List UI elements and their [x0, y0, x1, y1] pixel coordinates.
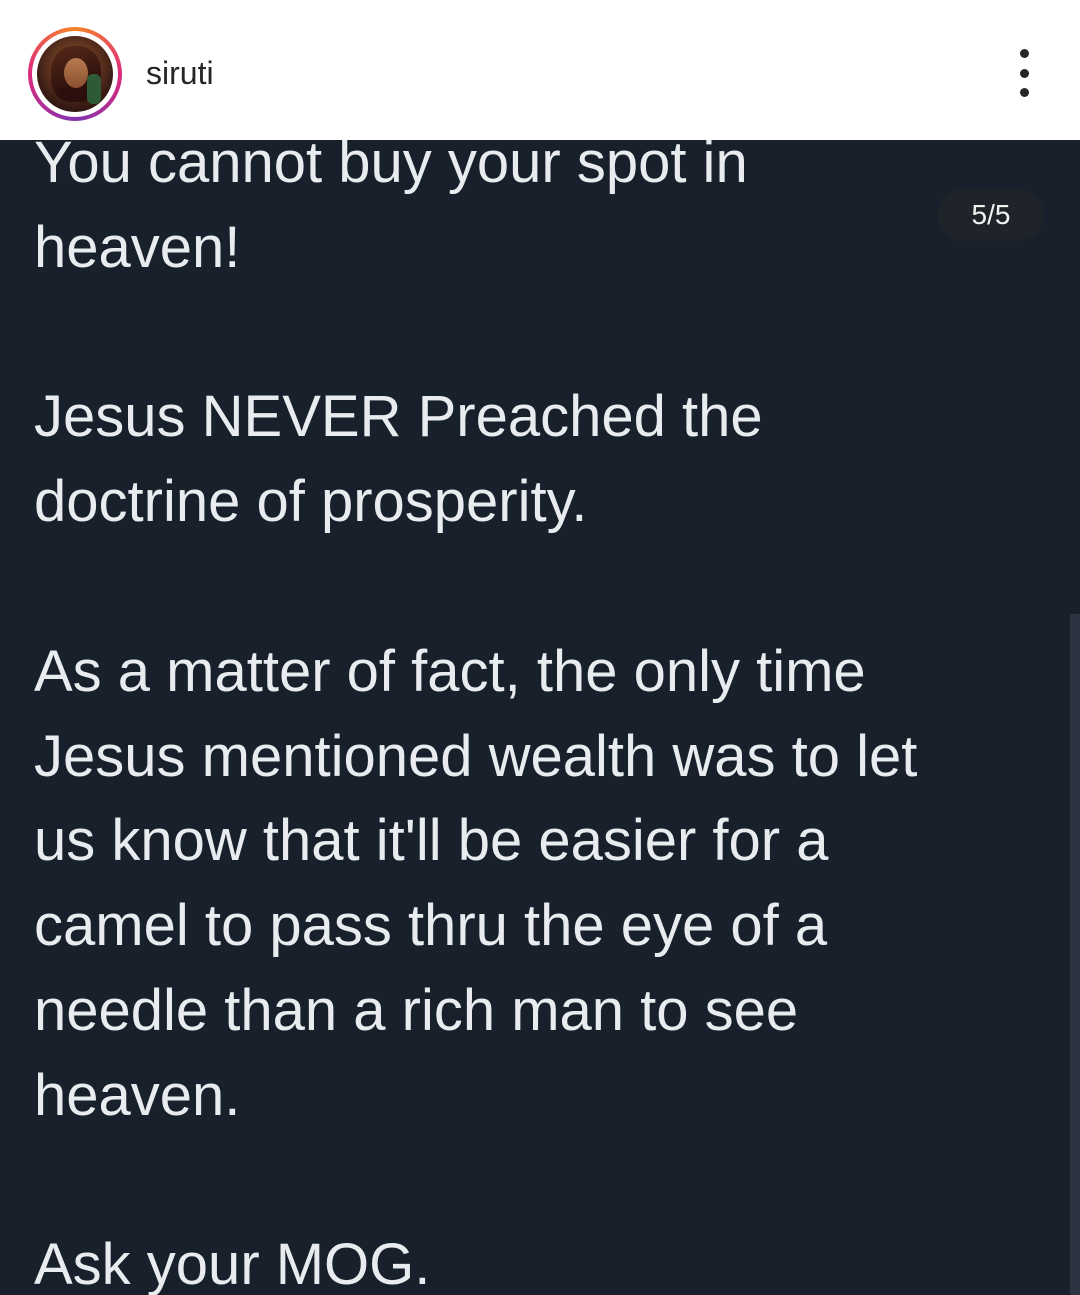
avatar[interactable] [37, 36, 113, 112]
avatar-face [64, 58, 88, 88]
more-options-icon[interactable] [1004, 49, 1044, 97]
more-dot-bottom [1019, 88, 1029, 97]
carousel-counter-badge: 5/5 [938, 189, 1044, 241]
avatar-border [32, 31, 118, 117]
tweet-text: You cannot buy your spot in heaven! Jesu… [34, 140, 918, 1295]
avatar-accent [87, 74, 101, 104]
post-image[interactable]: You cannot buy your spot in heaven! Jesu… [0, 140, 1080, 1295]
image-edge-strip [1070, 614, 1080, 1295]
username[interactable]: siruti [146, 53, 214, 93]
more-dot-middle [1019, 68, 1029, 78]
post-header: siruti [0, 0, 1080, 140]
story-ring[interactable] [28, 27, 122, 121]
more-dot-top [1019, 49, 1029, 58]
